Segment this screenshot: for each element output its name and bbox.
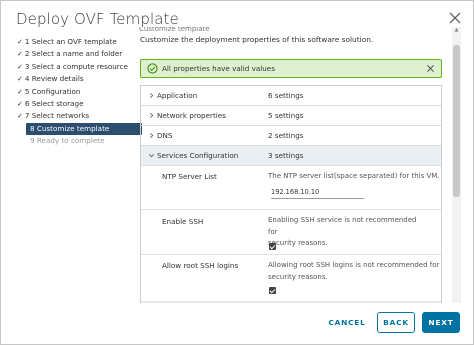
group-row-dns[interactable]: DNS 2 settings [141,126,441,146]
deploy-ovf-dialog: Deploy OVF Template ✓ 1 Select an OVF tem… [0,0,474,345]
property-description: The NTP server list(space separated) for… [268,172,440,180]
checkmark-icon: ✓ [17,87,23,96]
step-customize-template[interactable]: 8 Customize template [26,122,142,136]
wizard-steps: ✓ 1 Select an OVF template ✓ 2 Select a na… [13,36,142,148]
allow-root-ssh-checkbox[interactable] [269,287,276,294]
property-allow-root-ssh: Allow root SSH logins Allowing root SSH … [141,255,441,302]
enable-ssh-checkbox[interactable] [269,243,276,250]
step-ready-to-complete: 9 Ready to complete [30,136,105,146]
dialog-title: Deploy OVF Template [16,10,179,28]
step-select-compute-resource[interactable]: ✓ 3 Select a compute resource [13,61,131,73]
main-content: Customize template Customize the deploym… [139,27,461,303]
page-subtitle: Customize template [139,27,210,33]
back-button[interactable]: BACK [377,312,415,333]
close-alert-icon[interactable] [426,64,435,73]
checkmark-icon: ✓ [17,75,23,84]
property-label: Enable SSH [162,217,204,226]
step-select-ovf-template[interactable]: ✓ 1 Select an OVF template [13,36,131,48]
chevron-right-icon [149,112,154,119]
alert-message: All properties have valid values [162,64,275,73]
success-alert: All properties have valid values [140,59,442,78]
step-select-storage[interactable]: ✓ 6 Select storage [13,98,131,110]
chevron-right-icon [149,92,154,99]
step-review-details[interactable]: ✓ 4 Review details [13,73,131,85]
ntp-server-input[interactable]: 192.168.10.10 [271,186,364,199]
group-row-services-configuration[interactable]: Services Configuration 3 settings [141,146,441,166]
cancel-button[interactable]: CANCEL [323,312,371,333]
chevron-right-icon [149,132,154,139]
scrollbar-thumb[interactable] [453,45,460,197]
property-description: Allowing root SSH logins is not recommen… [268,261,440,281]
success-check-icon [147,63,158,74]
checkmark-icon: ✓ [17,62,23,71]
scroll-up-icon[interactable]: ▲ [453,27,460,35]
step-configuration[interactable]: ✓ 5 Configuration [13,86,131,98]
property-label: NTP Server List [162,172,217,181]
property-label: Allow root SSH logins [162,261,239,270]
page-description: Customize the deployment properties of t… [140,35,374,44]
property-enable-ssh: Enable SSH Enabling SSH service is not r… [141,210,441,255]
checkmark-icon: ✓ [17,50,23,59]
group-row-application[interactable]: Application 6 settings [141,86,441,106]
step-select-name-folder[interactable]: ✓ 2 Select a name and folder [13,48,131,60]
property-description: Enabling SSH service is not recommended … [268,216,417,247]
checkmark-icon: ✓ [17,112,23,121]
checkmark-icon: ✓ [17,99,23,108]
next-button[interactable]: NEXT [422,312,460,333]
property-ntp-server-list: NTP Server List The NTP server list(spac… [141,166,441,210]
step-select-networks[interactable]: ✓ 7 Select networks [13,110,131,122]
checkmark-icon: ✓ [17,38,23,46]
group-row-network-properties[interactable]: Network properties 5 settings [141,106,441,126]
chevron-down-icon [148,153,155,158]
properties-table: Application 6 settings Network propertie… [140,85,442,303]
close-icon[interactable] [447,10,463,26]
next-group-row-partial [141,302,441,303]
